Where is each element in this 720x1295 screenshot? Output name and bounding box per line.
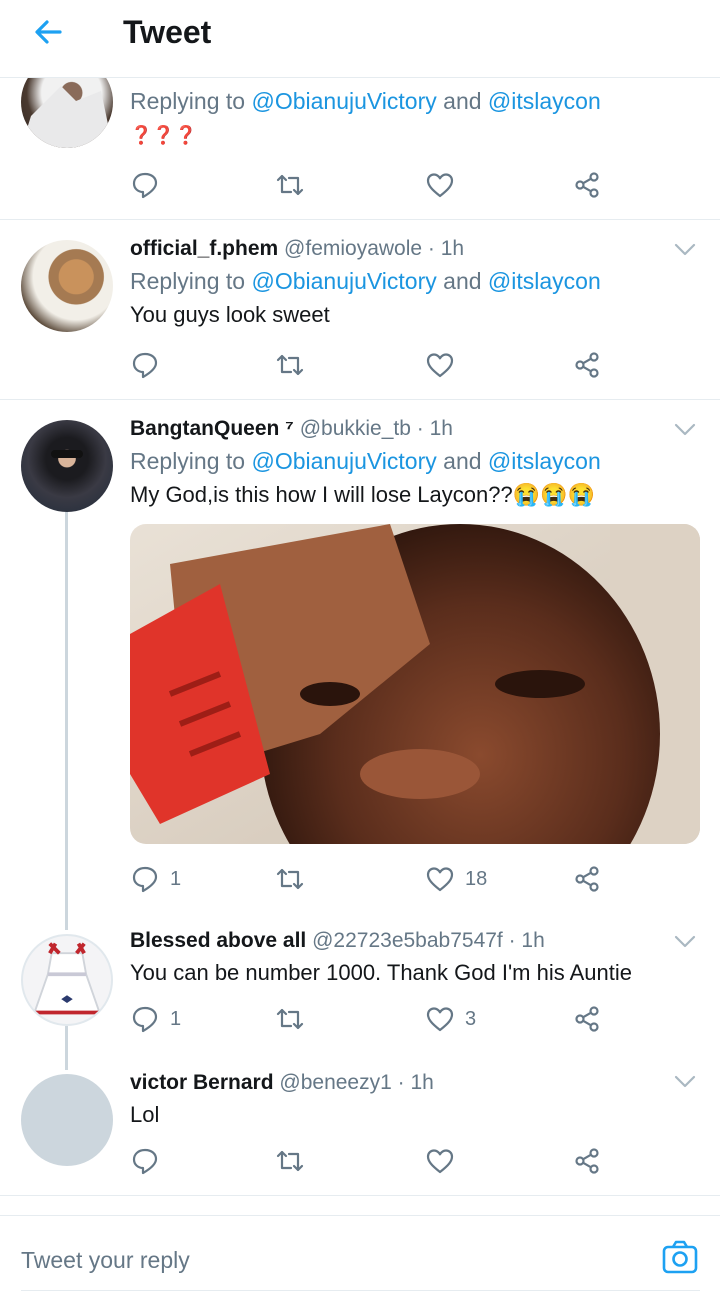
chevron-down-icon[interactable] — [674, 423, 696, 437]
reply-icon — [132, 1148, 158, 1175]
reply-underline — [21, 1290, 700, 1291]
mention-link[interactable]: @itslaycon — [488, 268, 601, 294]
replying-to: Replying to @ObianujuVictory and @itslay… — [130, 444, 700, 478]
avatar[interactable] — [21, 934, 113, 1026]
handle-and-time[interactable]: @beneezy1 · 1h — [279, 1071, 433, 1094]
share-icon — [575, 866, 599, 892]
share-button[interactable] — [572, 862, 602, 896]
display-name[interactable]: victor Bernard — [130, 1071, 274, 1094]
retweet-button[interactable] — [275, 168, 305, 202]
like-button[interactable] — [425, 348, 455, 382]
like-icon — [426, 1007, 454, 1032]
reply-button[interactable] — [130, 348, 160, 382]
like-icon — [426, 173, 454, 198]
share-button[interactable] — [572, 1002, 602, 1036]
tweet-header: official_f.phem @femioyawole · 1h — [130, 234, 700, 264]
like-icon — [426, 353, 454, 378]
share-icon — [575, 172, 599, 198]
replying-label: Replying to — [130, 268, 252, 294]
mention-link[interactable]: @itslaycon — [488, 88, 601, 114]
reply-count: 1 — [170, 1007, 182, 1030]
reply-button[interactable]: 1 — [130, 1002, 181, 1036]
back-arrow-icon[interactable] — [30, 14, 66, 50]
tweet-header: victor Bernard @beneezy1 · 1h — [130, 1068, 700, 1098]
share-icon — [575, 352, 599, 378]
like-icon — [426, 1149, 454, 1174]
replying-to: Replying to @ObianujuVictory and @itslay… — [130, 84, 700, 118]
like-button[interactable] — [425, 1144, 455, 1178]
like-button[interactable]: 3 — [425, 1002, 476, 1036]
chevron-down-icon[interactable] — [674, 935, 696, 949]
display-name[interactable]: BangtanQueen ⁷ — [130, 417, 294, 440]
avatar[interactable] — [21, 240, 113, 332]
retweet-icon — [276, 1008, 304, 1030]
reply-button[interactable] — [130, 1144, 160, 1178]
tweet-item[interactable]: victor Bernard @beneezy1 · 1h Lol — [0, 1060, 720, 1196]
reply-composer: Tweet your reply — [0, 1215, 720, 1295]
retweet-icon — [276, 174, 304, 196]
display-name[interactable]: official_f.phem — [130, 237, 278, 260]
tweet-item[interactable]: official_f.phem @femioyawole · 1h Replyi… — [0, 220, 720, 400]
retweet-button[interactable] — [275, 348, 305, 382]
reply-icon — [132, 172, 158, 199]
chevron-down-icon[interactable] — [674, 1075, 696, 1089]
replying-label: Replying to — [130, 88, 252, 114]
chevron-down-icon[interactable] — [674, 243, 696, 257]
mention-link[interactable]: @ObianujuVictory — [251, 448, 436, 474]
tweet-header: Blessed above all @22723e5bab7547f · 1h — [130, 926, 700, 956]
reply-count: 1 — [170, 867, 182, 890]
handle-and-time[interactable]: @22723e5bab7547f · 1h — [312, 929, 545, 952]
retweet-icon — [276, 354, 304, 376]
tweet-item[interactable]: BangtanQueen ⁷ @bukkie_tb · 1h Replying … — [0, 400, 720, 920]
reply-icon — [132, 1006, 158, 1033]
tweet-item[interactable]: Blessed above all @22723e5bab7547f · 1h … — [0, 920, 720, 1060]
handle-and-time[interactable]: @bukkie_tb · 1h — [300, 417, 453, 440]
reply-icon — [132, 866, 158, 893]
reply-button[interactable] — [130, 168, 160, 202]
tweet-text: ❓❓❓ — [130, 125, 198, 145]
top-bar: Tweet — [0, 0, 720, 78]
handle-and-time[interactable]: @femioyawole · 1h — [284, 237, 464, 260]
reply-button[interactable]: 1 — [130, 862, 181, 896]
tweet-text: You can be number 1000. Thank God I'm hi… — [130, 960, 632, 985]
mention-link[interactable]: @ObianujuVictory — [251, 268, 436, 294]
page-title: Tweet — [123, 14, 212, 50]
mention-link[interactable]: @itslaycon — [488, 448, 601, 474]
replying-and: and — [436, 448, 488, 474]
retweet-icon — [276, 1150, 304, 1172]
retweet-button[interactable] — [275, 1002, 305, 1036]
mention-link[interactable]: @ObianujuVictory — [251, 88, 436, 114]
share-button[interactable] — [572, 168, 602, 202]
avatar[interactable] — [21, 1074, 113, 1166]
reply-icon — [132, 352, 158, 379]
tweet-text: Lol — [130, 1102, 160, 1127]
share-button[interactable] — [572, 1144, 602, 1178]
replying-and: and — [436, 268, 488, 294]
replying-and: and — [436, 88, 488, 114]
tweet-text: My God,is this how I will lose Laycon??😭… — [130, 482, 595, 507]
retweet-button[interactable] — [275, 862, 305, 896]
like-count: 3 — [465, 1007, 477, 1030]
share-icon — [575, 1006, 599, 1032]
tweet-photo[interactable] — [130, 524, 700, 844]
replying-to: Replying to @ObianujuVictory and @itslay… — [130, 264, 700, 298]
share-icon — [575, 1148, 599, 1174]
display-name[interactable]: Blessed above all — [130, 929, 306, 952]
like-button[interactable] — [425, 168, 455, 202]
retweet-icon — [276, 868, 304, 890]
reply-input[interactable]: Tweet your reply — [21, 1216, 190, 1295]
like-icon — [426, 867, 454, 892]
retweet-button[interactable] — [275, 1144, 305, 1178]
share-button[interactable] — [572, 348, 602, 382]
replying-label: Replying to — [130, 448, 252, 474]
tweet-text: You guys look sweet — [130, 302, 330, 327]
like-button[interactable]: 18 — [425, 862, 487, 896]
like-count: 18 — [465, 867, 488, 890]
camera-icon[interactable] — [662, 1240, 698, 1274]
tweet-header: BangtanQueen ⁷ @bukkie_tb · 1h — [130, 414, 700, 444]
avatar[interactable] — [21, 420, 113, 512]
